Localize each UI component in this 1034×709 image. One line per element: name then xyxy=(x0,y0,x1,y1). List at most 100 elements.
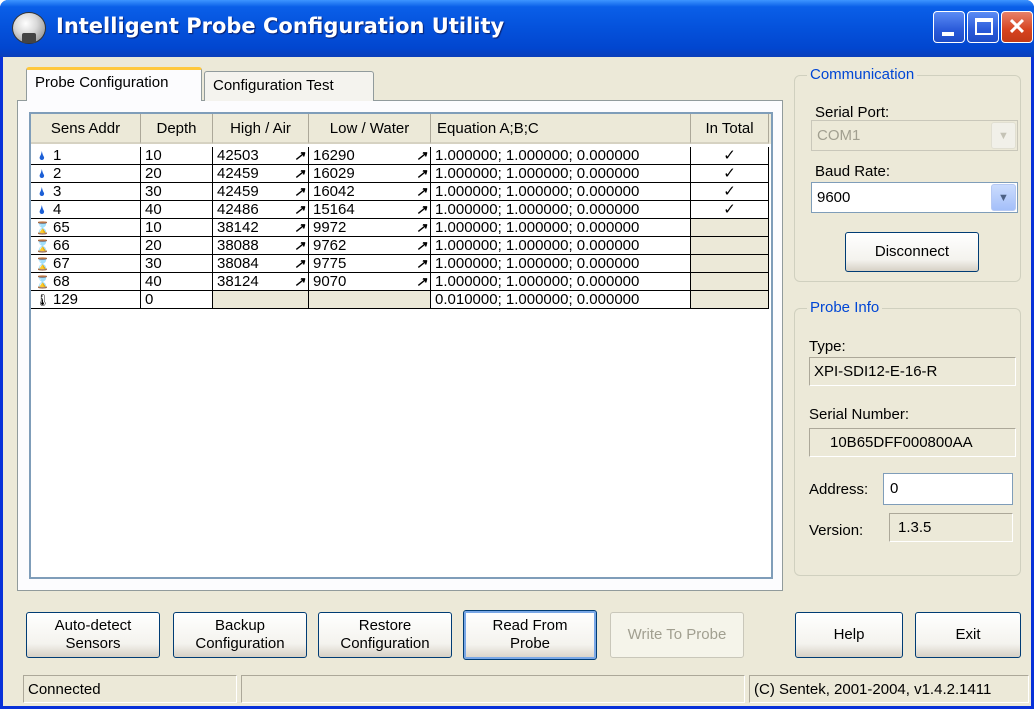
cell-high-air[interactable]: 42459 ↗ xyxy=(213,183,309,201)
cell-high-air[interactable]: 42503 ↗ xyxy=(213,147,309,165)
cell-low-water[interactable]: 9972 ↗ xyxy=(309,219,431,237)
table-row[interactable]: 🌢 4 40 42486 ↗ 15164 ↗ 1.000000; 1.000000; 0.00… xyxy=(31,201,771,219)
cell-equation[interactable]: 1.000000; 1.000000; 0.000000 xyxy=(431,183,691,201)
column-header-low-water[interactable]: Low / Water xyxy=(309,114,431,144)
help-button[interactable]: Help xyxy=(795,612,903,658)
calibrate-icon[interactable]: ↗ xyxy=(416,219,427,236)
calibrate-icon[interactable]: ↗ xyxy=(294,183,305,200)
cell-high-air[interactable]: 38084 ↗ xyxy=(213,255,309,273)
cell-depth[interactable]: 20 xyxy=(141,237,213,255)
calibrate-icon[interactable]: ↗ xyxy=(416,165,427,182)
table-row[interactable]: 🌡 129 0 0.010000; 1.000000; 0.000000 xyxy=(31,291,771,309)
cell-in-total[interactable] xyxy=(691,291,769,309)
cell-depth[interactable]: 30 xyxy=(141,183,213,201)
cell-depth[interactable]: 40 xyxy=(141,201,213,219)
serial-port-select[interactable]: COM1 ▼ xyxy=(811,120,1018,151)
calibrate-icon[interactable]: ↗ xyxy=(416,255,427,272)
cell-sens-addr[interactable]: 🌢 4 xyxy=(31,201,141,219)
cell-equation[interactable]: 1.000000; 1.000000; 0.000000 xyxy=(431,165,691,183)
calibrate-icon[interactable]: ↗ xyxy=(416,183,427,200)
cell-in-total[interactable]: ✓ xyxy=(691,201,769,219)
column-header-in-total[interactable]: In Total xyxy=(691,114,769,144)
cell-high-air[interactable]: 38142 ↗ xyxy=(213,219,309,237)
cell-equation[interactable]: 1.000000; 1.000000; 0.000000 xyxy=(431,255,691,273)
backup-configuration-button[interactable]: Backup Configuration xyxy=(173,612,307,658)
cell-depth[interactable]: 10 xyxy=(141,147,213,165)
table-row[interactable]: ⌛ 67 30 38084 ↗ 9775 ↗ 1.000000; 1.000000; 0.00… xyxy=(31,255,771,273)
disconnect-button[interactable]: Disconnect xyxy=(845,232,979,272)
cell-in-total[interactable] xyxy=(691,237,769,255)
cell-depth[interactable]: 40 xyxy=(141,273,213,291)
cell-high-air[interactable]: 42459 ↗ xyxy=(213,165,309,183)
cell-low-water[interactable]: 16042 ↗ xyxy=(309,183,431,201)
cell-in-total[interactable] xyxy=(691,273,769,291)
address-input[interactable]: 0 xyxy=(883,473,1013,505)
baud-rate-select[interactable]: 9600 ▼ xyxy=(811,182,1018,213)
calibrate-icon[interactable]: ↗ xyxy=(294,273,305,290)
calibrate-icon[interactable]: ↗ xyxy=(294,237,305,254)
cell-equation[interactable]: 0.010000; 1.000000; 0.000000 xyxy=(431,291,691,309)
calibrate-icon[interactable]: ↗ xyxy=(294,255,305,272)
read-from-probe-button[interactable]: Read From Probe xyxy=(463,610,597,660)
calibrate-icon[interactable]: ↗ xyxy=(294,201,305,218)
cell-sens-addr[interactable]: ⌛ 67 xyxy=(31,255,141,273)
cell-depth[interactable]: 30 xyxy=(141,255,213,273)
column-header-equation[interactable]: Equation A;B;C xyxy=(431,114,691,144)
cell-in-total[interactable]: ✓ xyxy=(691,165,769,183)
cell-low-water[interactable]: 15164 ↗ xyxy=(309,201,431,219)
calibrate-icon[interactable]: ↗ xyxy=(416,237,427,254)
cell-equation[interactable]: 1.000000; 1.000000; 0.000000 xyxy=(431,273,691,291)
sensor-grid[interactable]: Sens Addr Depth High / Air Low / Water E… xyxy=(29,112,773,579)
cell-high-air[interactable]: 38088 ↗ xyxy=(213,237,309,255)
column-header-depth[interactable]: Depth xyxy=(141,114,213,144)
cell-equation[interactable]: 1.000000; 1.000000; 0.000000 xyxy=(431,219,691,237)
cell-depth[interactable]: 10 xyxy=(141,219,213,237)
calibrate-icon[interactable]: ↗ xyxy=(416,201,427,218)
cell-sens-addr[interactable]: 🌢 3 xyxy=(31,183,141,201)
close-button[interactable]: ✕ xyxy=(1001,11,1033,43)
table-row[interactable]: 🌢 2 20 42459 ↗ 16029 ↗ 1.000000; 1.000000; 0.00… xyxy=(31,165,771,183)
tab-probe-configuration[interactable]: Probe Configuration xyxy=(26,67,202,101)
title-bar[interactable]: Intelligent Probe Configuration Utility … xyxy=(0,0,1034,57)
cell-sens-addr[interactable]: 🌡 129 xyxy=(31,291,141,309)
cell-equation[interactable]: 1.000000; 1.000000; 0.000000 xyxy=(431,237,691,255)
cell-in-total[interactable]: ✓ xyxy=(691,147,769,165)
cell-sens-addr[interactable]: 🌢 2 xyxy=(31,165,141,183)
exit-button[interactable]: Exit xyxy=(915,612,1021,658)
cell-low-water[interactable]: 9070 ↗ xyxy=(309,273,431,291)
cell-high-air[interactable] xyxy=(213,291,309,309)
column-header-sens-addr[interactable]: Sens Addr xyxy=(31,114,141,144)
calibrate-icon[interactable]: ↗ xyxy=(416,147,427,164)
table-row[interactable]: ⌛ 68 40 38124 ↗ 9070 ↗ 1.000000; 1.000000; 0.00… xyxy=(31,273,771,291)
cell-low-water[interactable]: 9762 ↗ xyxy=(309,237,431,255)
table-row[interactable]: ⌛ 66 20 38088 ↗ 9762 ↗ 1.000000; 1.000000; 0.00… xyxy=(31,237,771,255)
cell-low-water[interactable]: 16029 ↗ xyxy=(309,165,431,183)
auto-detect-sensors-button[interactable]: Auto-detect Sensors xyxy=(26,612,160,658)
cell-depth[interactable]: 0 xyxy=(141,291,213,309)
write-to-probe-button[interactable]: Write To Probe xyxy=(610,612,744,658)
cell-low-water[interactable]: 16290 ↗ xyxy=(309,147,431,165)
cell-sens-addr[interactable]: 🌢 1 xyxy=(31,147,141,165)
cell-in-total[interactable] xyxy=(691,255,769,273)
cell-high-air[interactable]: 42486 ↗ xyxy=(213,201,309,219)
calibrate-icon[interactable]: ↗ xyxy=(294,165,305,182)
cell-equation[interactable]: 1.000000; 1.000000; 0.000000 xyxy=(431,147,691,165)
cell-depth[interactable]: 20 xyxy=(141,165,213,183)
cell-in-total[interactable]: ✓ xyxy=(691,183,769,201)
calibrate-icon[interactable]: ↗ xyxy=(294,147,305,164)
cell-sens-addr[interactable]: ⌛ 68 xyxy=(31,273,141,291)
cell-high-air[interactable]: 38124 ↗ xyxy=(213,273,309,291)
tab-configuration-test[interactable]: Configuration Test xyxy=(204,71,374,101)
table-row[interactable]: 🌢 1 10 42503 ↗ 16290 ↗ 1.000000; 1.000000; 0.00… xyxy=(31,147,771,165)
table-row[interactable]: 🌢 3 30 42459 ↗ 16042 ↗ 1.000000; 1.000000; 0.00… xyxy=(31,183,771,201)
table-row[interactable]: ⌛ 65 10 38142 ↗ 9972 ↗ 1.000000; 1.000000; 0.00… xyxy=(31,219,771,237)
minimize-button[interactable] xyxy=(933,11,965,43)
cell-in-total[interactable] xyxy=(691,219,769,237)
cell-sens-addr[interactable]: ⌛ 66 xyxy=(31,237,141,255)
restore-configuration-button[interactable]: Restore Configuration xyxy=(318,612,452,658)
cell-low-water[interactable] xyxy=(309,291,431,309)
cell-sens-addr[interactable]: ⌛ 65 xyxy=(31,219,141,237)
column-header-high-air[interactable]: High / Air xyxy=(213,114,309,144)
cell-equation[interactable]: 1.000000; 1.000000; 0.000000 xyxy=(431,201,691,219)
calibrate-icon[interactable]: ↗ xyxy=(416,273,427,290)
